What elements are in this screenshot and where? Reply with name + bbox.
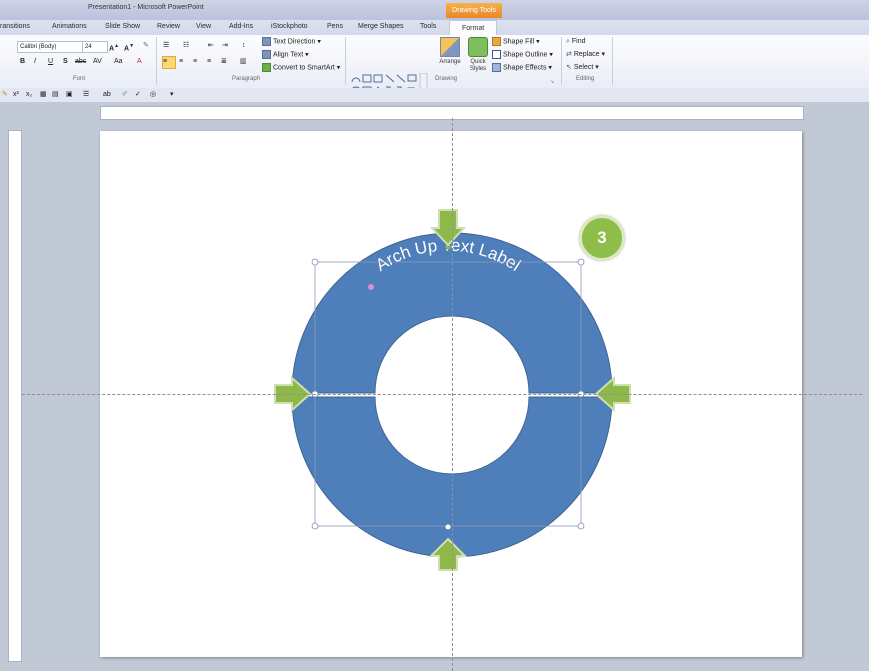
resize-handle[interactable]	[311, 522, 319, 530]
step-number-badge: 3	[579, 215, 625, 261]
horizontal-guide[interactable]	[22, 394, 862, 395]
resize-handle[interactable]	[577, 522, 585, 530]
adjust-handle[interactable]	[368, 284, 374, 290]
slide-content: Arch Up Text Label	[274, 209, 631, 571]
resize-handle[interactable]	[577, 258, 585, 266]
center-handle[interactable]	[445, 524, 451, 530]
resize-handle[interactable]	[311, 258, 319, 266]
